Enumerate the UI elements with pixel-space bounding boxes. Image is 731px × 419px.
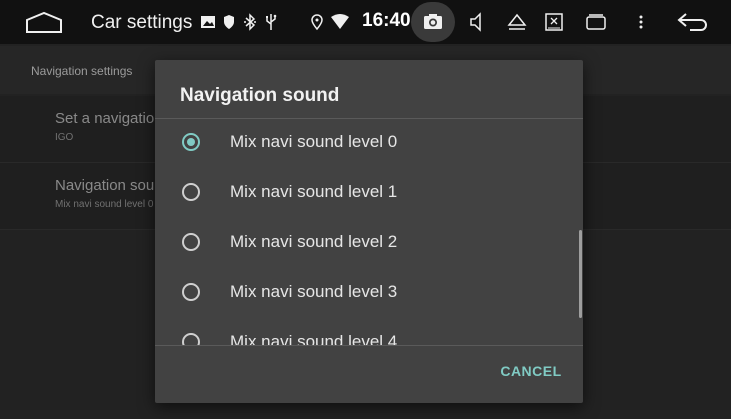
cancel-button[interactable]: CANCEL <box>493 356 569 386</box>
option-item[interactable]: Mix navi sound level 2 <box>155 219 583 269</box>
option-label: Mix navi sound level 1 <box>230 182 398 201</box>
bluetooth-disabled-icon <box>244 13 256 31</box>
radio-unchecked-icon[interactable] <box>182 233 200 251</box>
divider <box>155 345 583 346</box>
clock: 16:40 <box>362 10 411 31</box>
option-label: Mix navi sound level 4 <box>230 332 398 345</box>
screenshot-button[interactable] <box>411 2 455 42</box>
camera-icon <box>424 14 442 29</box>
image-notification-icon <box>201 16 215 28</box>
close-app-icon[interactable] <box>544 10 564 34</box>
page-title: Car settings <box>91 12 193 33</box>
option-item[interactable]: Mix navi sound level 3 <box>155 269 583 319</box>
list-scrollbar[interactable] <box>579 230 582 318</box>
location-icon <box>311 14 323 31</box>
recent-apps-icon[interactable] <box>585 10 607 34</box>
option-label: Mix navi sound level 2 <box>230 232 398 251</box>
shield-icon <box>224 15 234 29</box>
radio-unchecked-icon[interactable] <box>182 283 200 301</box>
more-options-icon[interactable] <box>636 10 646 34</box>
wifi-icon <box>331 14 349 29</box>
option-label: Mix navi sound level 0 <box>230 132 398 151</box>
option-item[interactable]: Mix navi sound level 0 <box>155 119 583 169</box>
eject-icon[interactable] <box>506 10 528 34</box>
radio-unchecked-icon[interactable] <box>182 183 200 201</box>
option-label: Mix navi sound level 3 <box>230 282 398 301</box>
options-list[interactable]: Mix navi sound level 0 Mix navi sound le… <box>155 119 583 345</box>
usb-icon <box>266 14 277 30</box>
dialog-title: Navigation sound <box>180 85 340 106</box>
radio-checked-icon[interactable] <box>182 133 200 151</box>
volume-icon[interactable] <box>467 10 487 34</box>
back-icon[interactable] <box>676 10 710 34</box>
home-icon[interactable] <box>24 10 64 34</box>
option-item[interactable]: Mix navi sound level 4 <box>155 319 583 345</box>
option-item[interactable]: Mix navi sound level 1 <box>155 169 583 219</box>
radio-unchecked-icon[interactable] <box>182 333 200 345</box>
navigation-sound-dialog: Navigation sound Mix navi sound level 0 … <box>155 60 583 403</box>
top-bar: Car settings 16:40 <box>0 0 731 44</box>
